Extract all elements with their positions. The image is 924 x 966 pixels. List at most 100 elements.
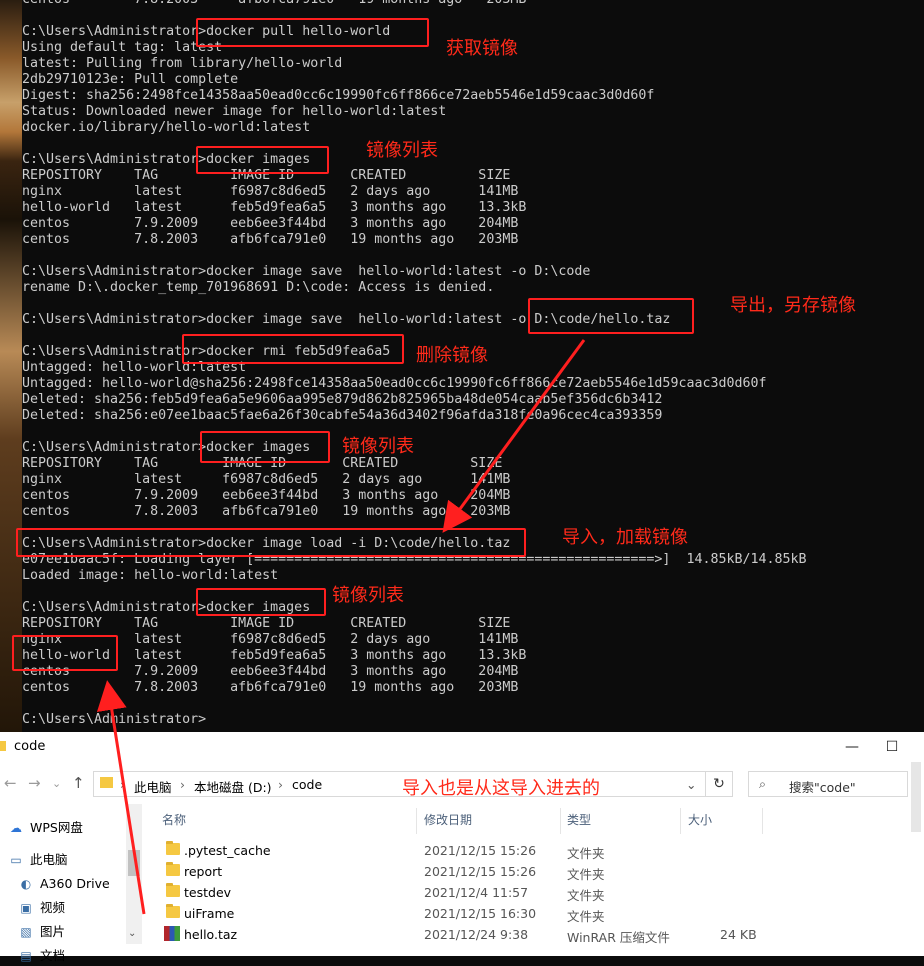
- annotation-list-1: 镜像列表: [366, 140, 438, 161]
- terminal-line: centos 7.8.2003 afb6fca791e0 19 months a…: [22, 680, 519, 695]
- annotation-pull: 获取镜像: [446, 38, 518, 59]
- terminal-line: Untagged: hello-world@sha256:2498fce1435…: [22, 376, 767, 391]
- sidebar-item[interactable]: ▤ 文档: [18, 946, 65, 966]
- file-row[interactable]: hello.taz 2021/12/24 9:38 WinRAR 压缩文件 24 KB: [142, 924, 912, 945]
- search-icon: ⌕: [759, 776, 767, 791]
- highlight-save-path: [528, 298, 694, 334]
- terminal-line: latest: Pulling from library/hello-world: [22, 56, 343, 71]
- forward-arrow-icon[interactable]: →: [28, 774, 41, 792]
- minimize-button[interactable]: —: [830, 736, 874, 758]
- search-input[interactable]: ⌕ 搜索"code": [748, 771, 908, 797]
- terminal-line: C:\Users\Administrator>: [22, 712, 207, 727]
- file-date: 2021/12/4 11:57: [424, 885, 529, 900]
- sidebar-item[interactable]: ☁ WPS网盘: [8, 818, 83, 838]
- highlight-images-command-3: [196, 588, 326, 616]
- terminal-line: REPOSITORY TAG IMAGE ID CREATED SIZE: [22, 616, 511, 631]
- computer-icon: ▭: [10, 853, 22, 867]
- highlight-load-command: [16, 528, 526, 557]
- file-type: 文件夹: [567, 867, 605, 882]
- scrollbar-thumb[interactable]: [128, 850, 140, 876]
- sidebar-item[interactable]: ▧ 图片: [18, 922, 65, 942]
- explorer-titlebar[interactable]: code — ☐: [0, 732, 924, 762]
- column-date[interactable]: 修改日期: [424, 811, 472, 828]
- file-date: 2021/12/15 15:26: [424, 864, 537, 879]
- cloud-icon: ☁: [10, 821, 22, 835]
- file-name: testdev: [184, 885, 232, 900]
- terminal-line: Deleted: sha256:feb5d9fea6a5e9606aa995e8…: [22, 392, 663, 407]
- terminal-line: 2db29710123e: Pull complete: [22, 72, 239, 87]
- desktop-wallpaper-strip: [0, 0, 22, 732]
- sidebar-item-label: 此电脑: [30, 852, 68, 867]
- terminal-line: Status: Downloaded newer image for hello…: [22, 104, 447, 119]
- file-type: 文件夹: [567, 846, 605, 861]
- maximize-button[interactable]: ☐: [870, 736, 914, 758]
- highlight-pull-command: [196, 18, 429, 47]
- back-arrow-icon[interactable]: ←: [4, 774, 17, 792]
- navigation-pane: ☁ WPS网盘 ▭ 此电脑 ◐ A360 Drive ▣ 视频 ▧ 图片 ▤ 文档: [0, 804, 142, 963]
- picture-icon: ▧: [20, 925, 32, 939]
- breadcrumb-this-pc[interactable]: 此电脑: [134, 777, 172, 796]
- breadcrumb-local-disk[interactable]: 本地磁盘 (D:): [194, 777, 272, 796]
- winrar-icon: [164, 926, 180, 941]
- file-row[interactable]: testdev 2021/12/4 11:57 文件夹: [142, 882, 912, 903]
- annotation-import: 导入，加载镜像: [562, 527, 688, 548]
- file-name: uiFrame: [184, 906, 235, 921]
- sidebar-item-label: 图片: [40, 924, 66, 939]
- file-name: .pytest_cache: [184, 843, 271, 858]
- chevron-right-icon: ›: [180, 777, 185, 792]
- terminal-line: Deleted: sha256:e07ee1baac5fae6a26f30cab…: [22, 408, 663, 423]
- sidebar-item[interactable]: ▭ 此电脑: [8, 850, 68, 870]
- refresh-button[interactable]: ↻: [705, 771, 733, 797]
- terminal-line: nginx latest f6987c8d6ed5 2 days ago 141…: [22, 472, 511, 487]
- column-size[interactable]: 大小: [688, 811, 712, 828]
- sidebar-item[interactable]: ▣ 视频: [18, 898, 65, 918]
- dropdown-chevron-icon[interactable]: ⌄: [686, 777, 696, 792]
- folder-icon: [166, 883, 180, 897]
- up-arrow-icon[interactable]: ↑: [72, 774, 85, 792]
- scroll-down-icon[interactable]: ⌄: [128, 928, 136, 939]
- highlight-rmi-command: [182, 334, 404, 364]
- sidebar-item-label: 视频: [40, 900, 66, 915]
- annotation-list-2: 镜像列表: [342, 436, 414, 457]
- terminal-line: hello-world latest feb5d9fea6a5 3 months…: [22, 200, 527, 215]
- file-list-header: 名称 修改日期 类型 大小: [142, 808, 924, 834]
- right-scrollbar[interactable]: [908, 762, 924, 832]
- file-row[interactable]: report 2021/12/15 15:26 文件夹: [142, 861, 912, 882]
- sidebar-item[interactable]: ◐ A360 Drive: [18, 874, 110, 894]
- file-explorer-window[interactable]: code — ☐ ← → ⌄ ↑ › 此电脑 › 本地磁盘 (D:) › cod…: [0, 732, 924, 963]
- document-icon: ▤: [20, 949, 32, 963]
- sidebar-item-label: A360 Drive: [40, 876, 110, 891]
- navigation-scrollbar[interactable]: ⌄: [126, 804, 142, 944]
- file-row[interactable]: uiFrame 2021/12/15 16:30 文件夹: [142, 903, 912, 924]
- column-name[interactable]: 名称: [162, 811, 186, 828]
- drive-icon: ◐: [20, 877, 32, 891]
- folder-icon: [166, 862, 180, 876]
- terminal-line: centos 7.9.2009 eeb6ee3f44bd 3 months ag…: [22, 488, 511, 503]
- column-type[interactable]: 类型: [567, 811, 591, 828]
- file-name: hello.taz: [184, 927, 238, 942]
- annotation-export: 导出，另存镜像: [730, 295, 856, 316]
- file-date: 2021/12/15 15:26: [424, 843, 537, 858]
- terminal-line: Using default tag: latest: [22, 40, 223, 55]
- terminal-line: centos 7.8.2003 afb6fca791e0 19 months a…: [22, 504, 511, 519]
- search-placeholder: 搜索"code": [789, 780, 856, 795]
- terminal-line: C:\Users\Administrator>docker image save…: [22, 264, 591, 279]
- annotation-import-from-here: 导入也是从这导入进去的: [402, 778, 600, 799]
- file-row[interactable]: .pytest_cache 2021/12/15 15:26 文件夹: [142, 840, 912, 861]
- terminal-line: centos 7.8.2003 afb6fca791e0 19 months a…: [22, 0, 526, 8]
- file-size: 24 KB: [720, 927, 757, 942]
- breadcrumb-code[interactable]: code: [292, 777, 322, 792]
- file-type: 文件夹: [567, 888, 605, 903]
- terminal-line: nginx latest f6987c8d6ed5 2 days ago 141…: [22, 184, 519, 199]
- file-type: WinRAR 压缩文件: [567, 930, 670, 945]
- explorer-title: code: [14, 739, 46, 754]
- recent-chevron-icon[interactable]: ⌄: [52, 777, 61, 790]
- video-icon: ▣: [20, 901, 32, 915]
- folder-icon: [0, 741, 6, 751]
- highlight-images-command-2: [200, 431, 330, 463]
- file-date: 2021/12/15 16:30: [424, 906, 537, 921]
- highlight-images-command-1: [196, 146, 329, 174]
- terminal-line: rename D:\.docker_temp_701968691 D:\code…: [22, 280, 495, 295]
- terminal-line: centos 7.9.2009 eeb6ee3f44bd 3 months ag…: [22, 216, 519, 231]
- folder-icon: [100, 777, 113, 788]
